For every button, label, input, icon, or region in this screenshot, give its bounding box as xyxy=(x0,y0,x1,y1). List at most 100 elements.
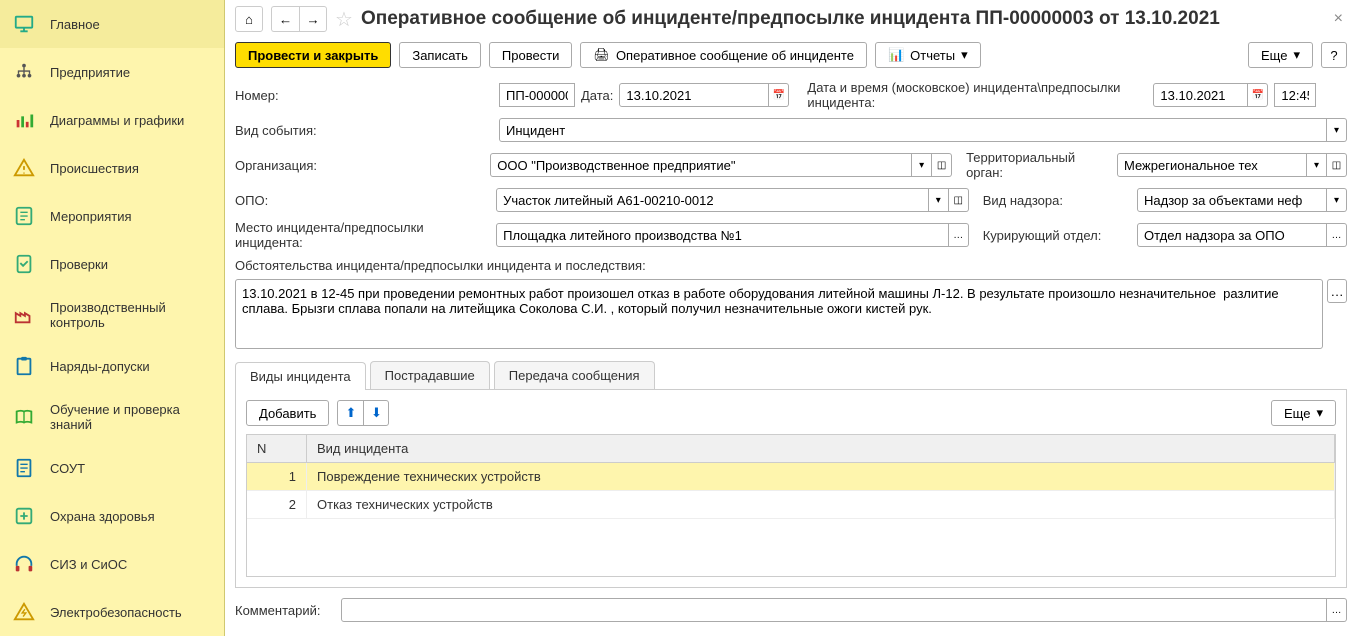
place-input[interactable] xyxy=(496,223,949,247)
dropdown-icon: ▾ xyxy=(1316,405,1323,421)
incident-types-table: N Вид инцидента 1 Повреждение технически… xyxy=(246,434,1336,577)
col-header-type[interactable]: Вид инцидента xyxy=(307,435,1335,462)
favorite-star[interactable]: ☆ xyxy=(335,7,353,32)
open-button[interactable]: ◫ xyxy=(1327,153,1347,177)
org-icon xyxy=(12,60,36,84)
sidebar-item-checks[interactable]: Проверки xyxy=(0,240,224,288)
post-close-button[interactable]: Провести и закрыть xyxy=(235,42,391,68)
move-up-button[interactable]: ⬆ xyxy=(337,400,363,426)
print-button[interactable]: 🖨 Оперативное сообщение об инциденте xyxy=(580,42,867,68)
warning-icon xyxy=(12,156,36,180)
col-header-n[interactable]: N xyxy=(247,435,307,462)
sidebar-label: Производственный контроль xyxy=(50,300,212,330)
circumstances-textarea[interactable] xyxy=(235,279,1323,349)
org-input[interactable] xyxy=(490,153,912,177)
more-button[interactable]: Еще ▾ xyxy=(1271,400,1336,426)
calendar-icon: 📅 xyxy=(773,90,785,101)
more-button[interactable]: Еще ▾ xyxy=(1248,42,1313,68)
sidebar-label: Проверки xyxy=(50,257,108,272)
sidebar-label: Обучение и проверка знаний xyxy=(50,402,212,432)
comment-input[interactable] xyxy=(341,598,1327,622)
main-content: ⌂ ← → ☆ Оперативное сообщение об инциден… xyxy=(225,0,1357,636)
open-button[interactable]: ◫ xyxy=(949,188,969,212)
health-icon xyxy=(12,504,36,528)
sidebar-item-sout[interactable]: СОУТ xyxy=(0,444,224,492)
back-button[interactable]: ← xyxy=(271,6,299,32)
territory-label: Территориальный орган: xyxy=(966,150,1111,180)
tab-incident-types[interactable]: Виды инцидента xyxy=(235,362,366,390)
calendar-button[interactable]: 📅 xyxy=(1248,83,1268,107)
ellipsis-button[interactable]: … xyxy=(1327,279,1347,303)
tab-injured[interactable]: Пострадавшие xyxy=(370,361,490,389)
sidebar-item-electro[interactable]: Электробезопасность xyxy=(0,588,224,636)
date-input[interactable] xyxy=(619,83,769,107)
post-button[interactable]: Провести xyxy=(489,42,573,68)
arrow-left-icon: ← xyxy=(279,12,292,27)
permit-icon xyxy=(12,354,36,378)
add-button[interactable]: Добавить xyxy=(246,400,329,426)
forward-button[interactable]: → xyxy=(299,6,327,32)
territory-input[interactable] xyxy=(1117,153,1307,177)
sidebar-item-permits[interactable]: Наряды-допуски xyxy=(0,342,224,390)
incident-datetime-label: Дата и время (московское) инцидента\пред… xyxy=(807,80,1147,110)
incident-date-input[interactable] xyxy=(1153,83,1248,107)
dropdown-icon: ▾ xyxy=(1293,47,1300,63)
sidebar-item-enterprise[interactable]: Предприятие xyxy=(0,48,224,96)
headset-icon xyxy=(12,552,36,576)
clipboard-check-icon xyxy=(12,252,36,276)
opo-input[interactable] xyxy=(496,188,929,212)
sidebar: Главное Предприятие Диаграммы и графики … xyxy=(0,0,225,636)
sidebar-item-siz[interactable]: СИЗ и СиОС xyxy=(0,540,224,588)
sidebar-item-training[interactable]: Обучение и проверка знаний xyxy=(0,390,224,444)
ellipsis-button[interactable]: … xyxy=(1327,223,1347,247)
event-type-input[interactable] xyxy=(499,118,1327,142)
toolbar: Провести и закрыть Записать Провести 🖨 О… xyxy=(235,42,1347,68)
supervision-input[interactable] xyxy=(1137,188,1327,212)
number-input[interactable] xyxy=(499,83,575,107)
move-down-button[interactable]: ⬇ xyxy=(363,400,389,426)
calendar-button[interactable]: 📅 xyxy=(769,83,789,107)
comment-label: Комментарий: xyxy=(235,603,335,618)
sidebar-item-health[interactable]: Охрана здоровья xyxy=(0,492,224,540)
sidebar-item-prodcontrol[interactable]: Производственный контроль xyxy=(0,288,224,342)
ellipsis-button[interactable]: … xyxy=(1327,598,1347,622)
save-button[interactable]: Записать xyxy=(399,42,481,68)
dropdown-button[interactable]: ▾ xyxy=(929,188,949,212)
close-button[interactable]: × xyxy=(1330,10,1347,28)
ellipsis-button[interactable]: … xyxy=(949,223,969,247)
report-icon: 📊 xyxy=(888,47,904,63)
sidebar-label: Мероприятия xyxy=(50,209,132,224)
page-title: Оперативное сообщение об инциденте/предп… xyxy=(361,8,1322,30)
dropdown-button[interactable]: ▾ xyxy=(912,153,932,177)
tabs: Виды инцидента Пострадавшие Передача соо… xyxy=(235,361,1347,390)
org-label: Организация: xyxy=(235,158,484,173)
number-label: Номер: xyxy=(235,88,493,103)
home-button[interactable]: ⌂ xyxy=(235,6,263,32)
sidebar-label: Предприятие xyxy=(50,65,130,80)
chart-icon xyxy=(12,108,36,132)
sidebar-item-charts[interactable]: Диаграммы и графики xyxy=(0,96,224,144)
sidebar-label: СИЗ и СиОС xyxy=(50,557,127,572)
supervision-label: Вид надзора: xyxy=(983,193,1131,208)
open-button[interactable]: ◫ xyxy=(932,153,952,177)
sidebar-item-incidents[interactable]: Происшествия xyxy=(0,144,224,192)
incident-time-input[interactable] xyxy=(1274,83,1316,107)
sidebar-label: Электробезопасность xyxy=(50,605,182,620)
dropdown-button[interactable]: ▾ xyxy=(1307,153,1327,177)
reports-button[interactable]: 📊 Отчеты ▾ xyxy=(875,42,981,68)
reports-label: Отчеты xyxy=(910,48,955,63)
sidebar-item-main[interactable]: Главное xyxy=(0,0,224,48)
dropdown-button[interactable]: ▾ xyxy=(1327,188,1347,212)
department-input[interactable] xyxy=(1137,223,1327,247)
tab-content: Добавить ⬆ ⬇ Еще ▾ N Вид инцидента 1 xyxy=(235,390,1347,588)
sidebar-item-events[interactable]: Мероприятия xyxy=(0,192,224,240)
more-label: Еще xyxy=(1261,48,1287,63)
table-row[interactable]: 1 Повреждение технических устройств xyxy=(247,463,1335,491)
arrow-right-icon: → xyxy=(306,12,319,27)
dropdown-button[interactable]: ▾ xyxy=(1327,118,1347,142)
calendar-icon: 📅 xyxy=(1252,90,1264,101)
tab-transmission[interactable]: Передача сообщения xyxy=(494,361,655,389)
help-button[interactable]: ? xyxy=(1321,42,1347,68)
date-label: Дата: xyxy=(581,88,613,103)
table-row[interactable]: 2 Отказ технических устройств xyxy=(247,491,1335,519)
